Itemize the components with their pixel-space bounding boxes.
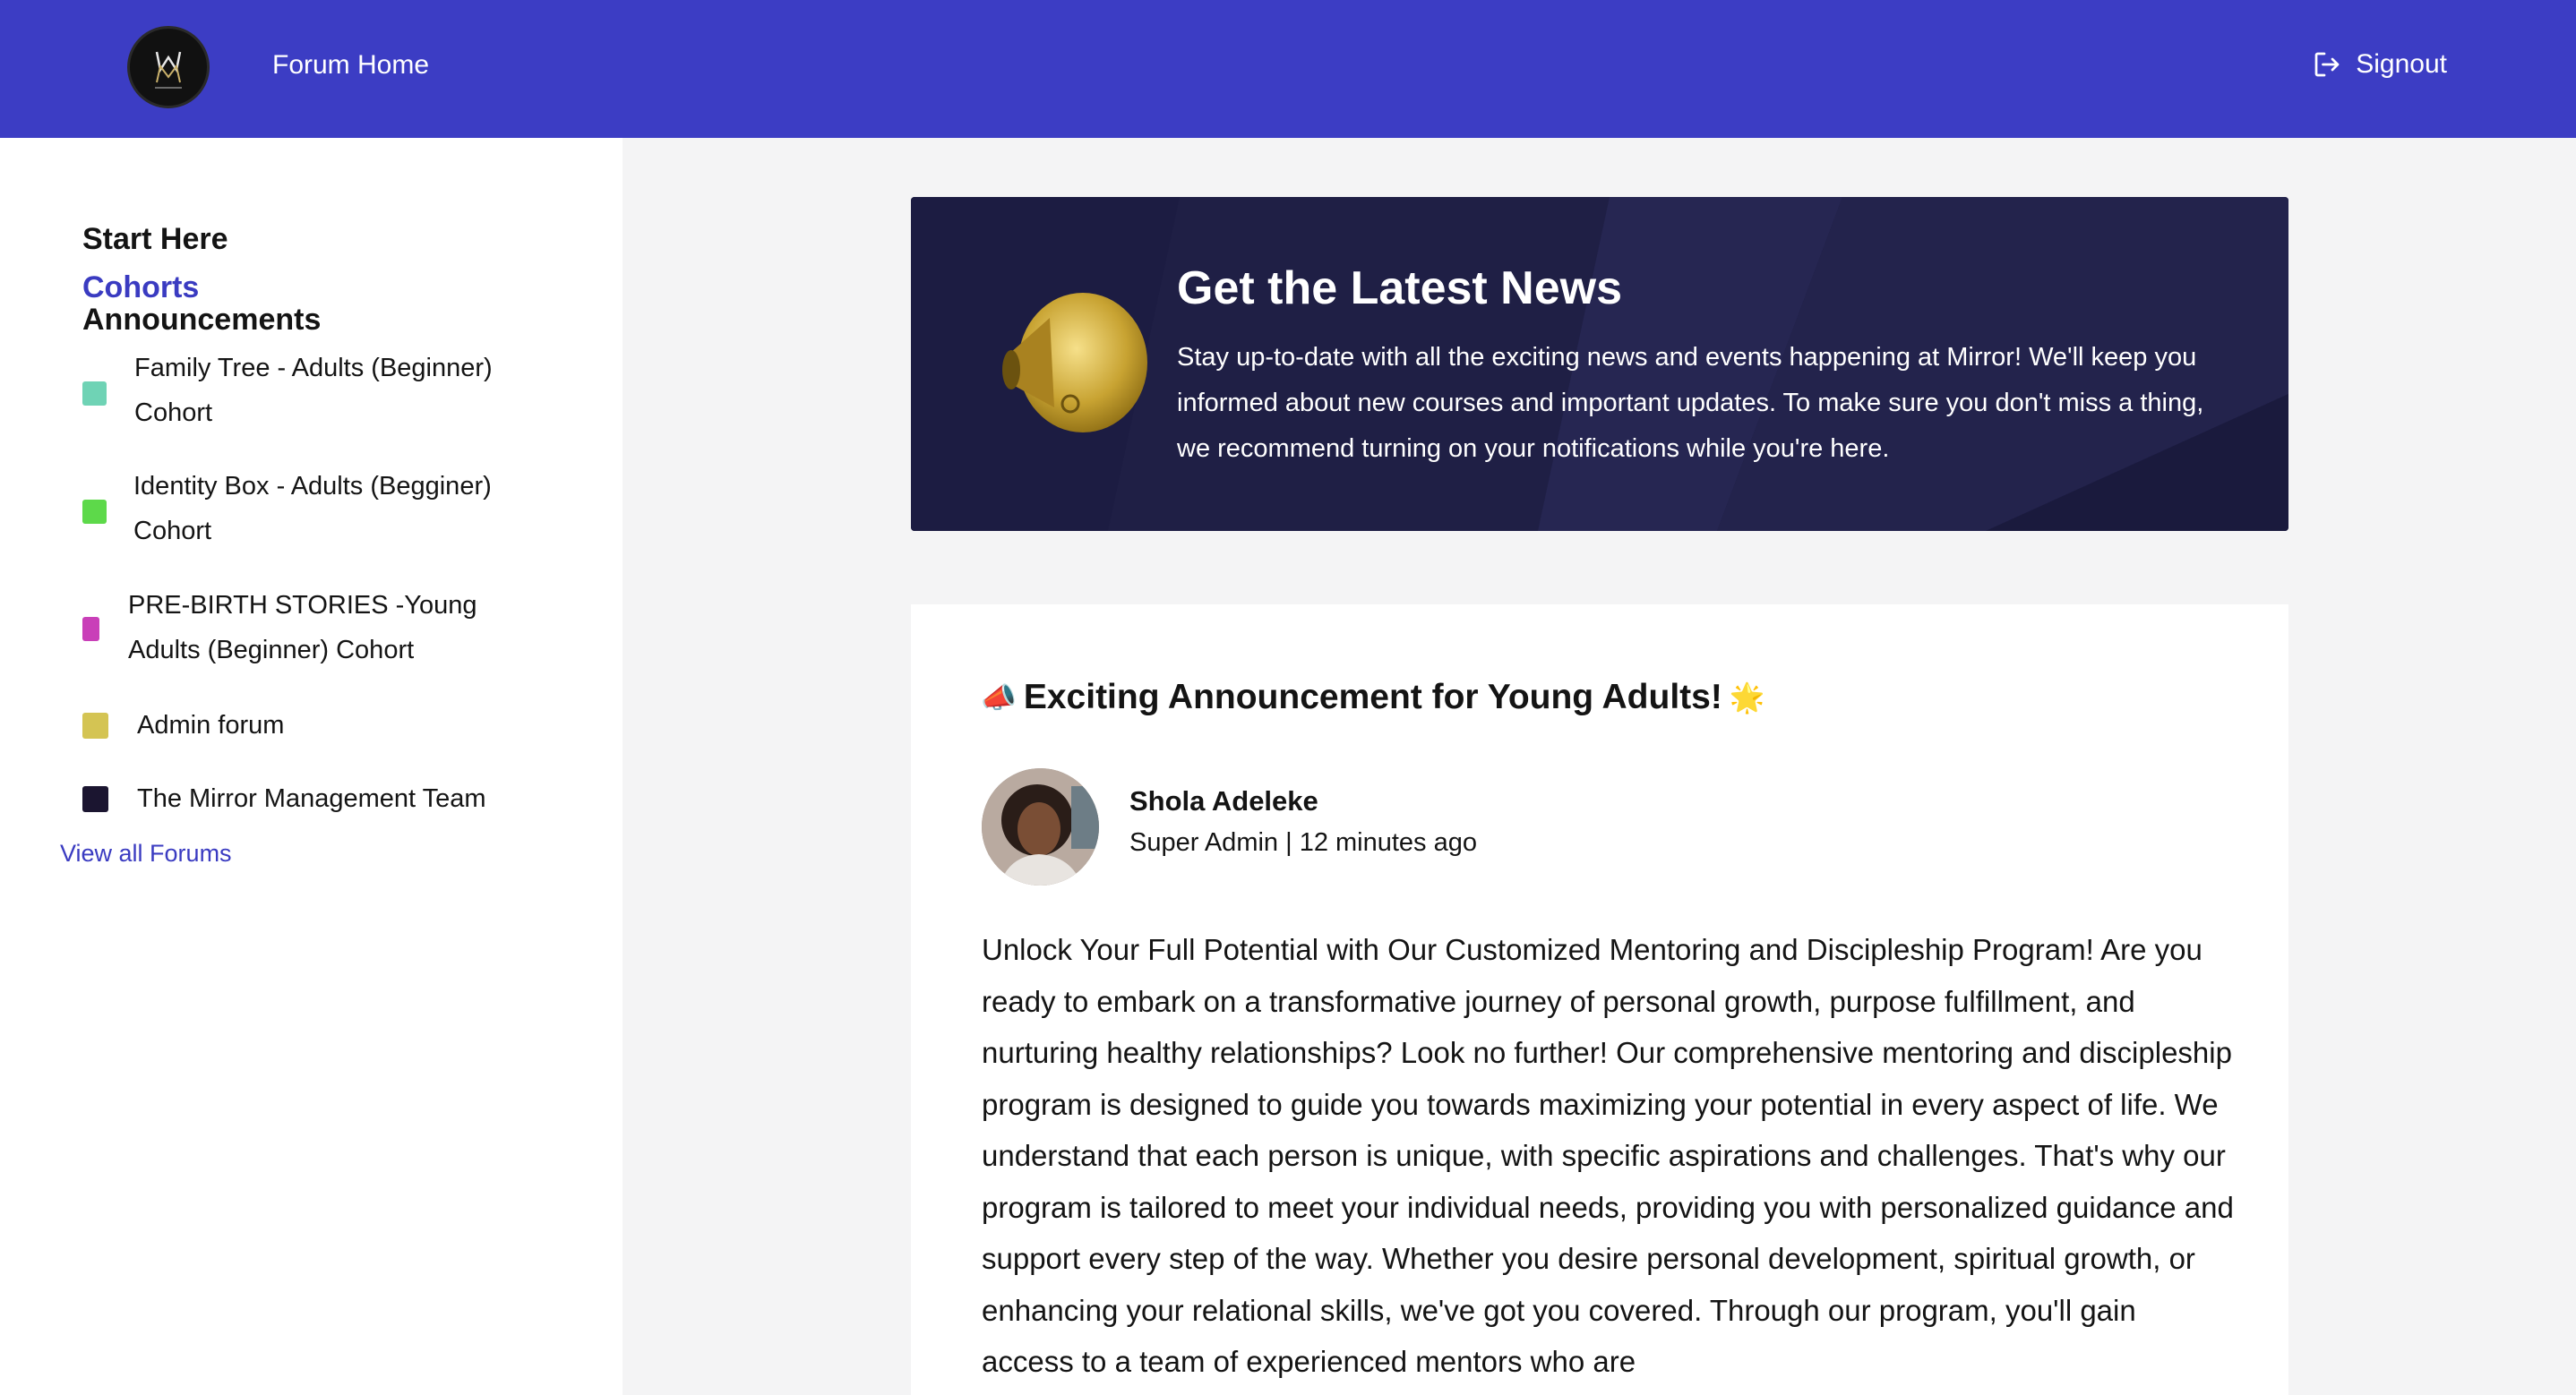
author-meta: Super Admin | 12 minutes ago bbox=[1129, 828, 1477, 858]
cohort-label: Admin forum bbox=[137, 711, 285, 740]
banner-description: Stay up-to-date with all the exciting ne… bbox=[1177, 343, 2204, 463]
view-all-forums-link[interactable]: View all Forums bbox=[60, 840, 232, 868]
author-role: Super Admin bbox=[1129, 828, 1279, 857]
post-title-text: Exciting Announcement for Young Adults! bbox=[1023, 678, 1722, 716]
cohort-color-swatch bbox=[82, 713, 108, 739]
cohort-label: The Mirror Management Team bbox=[137, 784, 486, 813]
meta-separator: | bbox=[1278, 828, 1300, 857]
post-title[interactable]: 📣 Exciting Announcement for Young Adults… bbox=[981, 678, 1765, 717]
forum-home-link[interactable]: Forum Home bbox=[272, 50, 429, 81]
star-emoji-icon: 🌟 bbox=[1729, 680, 1765, 715]
sidebar-item-start-here[interactable]: Start Here bbox=[82, 222, 228, 257]
cohort-color-swatch bbox=[82, 786, 108, 812]
news-banner: Get the Latest News Stay up-to-date with… bbox=[911, 197, 2288, 531]
author-avatar[interactable] bbox=[982, 768, 1099, 886]
cohort-label: PRE-BIRTH STORIES -Young Adults (Beginne… bbox=[128, 591, 477, 664]
cohort-label: Identity Box - Adults (Begginer) Cohort bbox=[133, 472, 492, 545]
megaphone-icon bbox=[1002, 293, 1147, 432]
banner-title: Get the Latest News bbox=[1177, 262, 1623, 314]
sidebar: Start Here Announcements Cohorts Family … bbox=[0, 138, 623, 1395]
post-body: Unlock Your Full Potential with Our Cust… bbox=[982, 933, 2234, 1378]
signout-icon bbox=[2314, 52, 2340, 77]
post-timestamp: 12 minutes ago bbox=[1299, 828, 1478, 857]
cohort-color-swatch bbox=[82, 381, 107, 406]
signout-label: Signout bbox=[2356, 49, 2447, 79]
signout-button[interactable]: Signout bbox=[2311, 48, 2447, 81]
announcement-post: 📣 Exciting Announcement for Young Adults… bbox=[911, 604, 2288, 1395]
top-navigation-bar: Forum Home Signout bbox=[0, 0, 2576, 138]
cohort-color-swatch bbox=[82, 617, 99, 641]
author-name[interactable]: Shola Adeleke bbox=[1129, 785, 1318, 817]
cohort-label: Family Tree - Adults (Beginner) Cohort bbox=[134, 354, 493, 427]
cohort-color-swatch bbox=[82, 500, 107, 524]
megaphone-emoji-icon: 📣 bbox=[981, 680, 1017, 715]
cohorts-heading: Cohorts bbox=[82, 270, 200, 304]
mirror-logo-icon[interactable] bbox=[127, 26, 210, 108]
sidebar-item-announcements[interactable]: Announcements bbox=[82, 303, 321, 338]
